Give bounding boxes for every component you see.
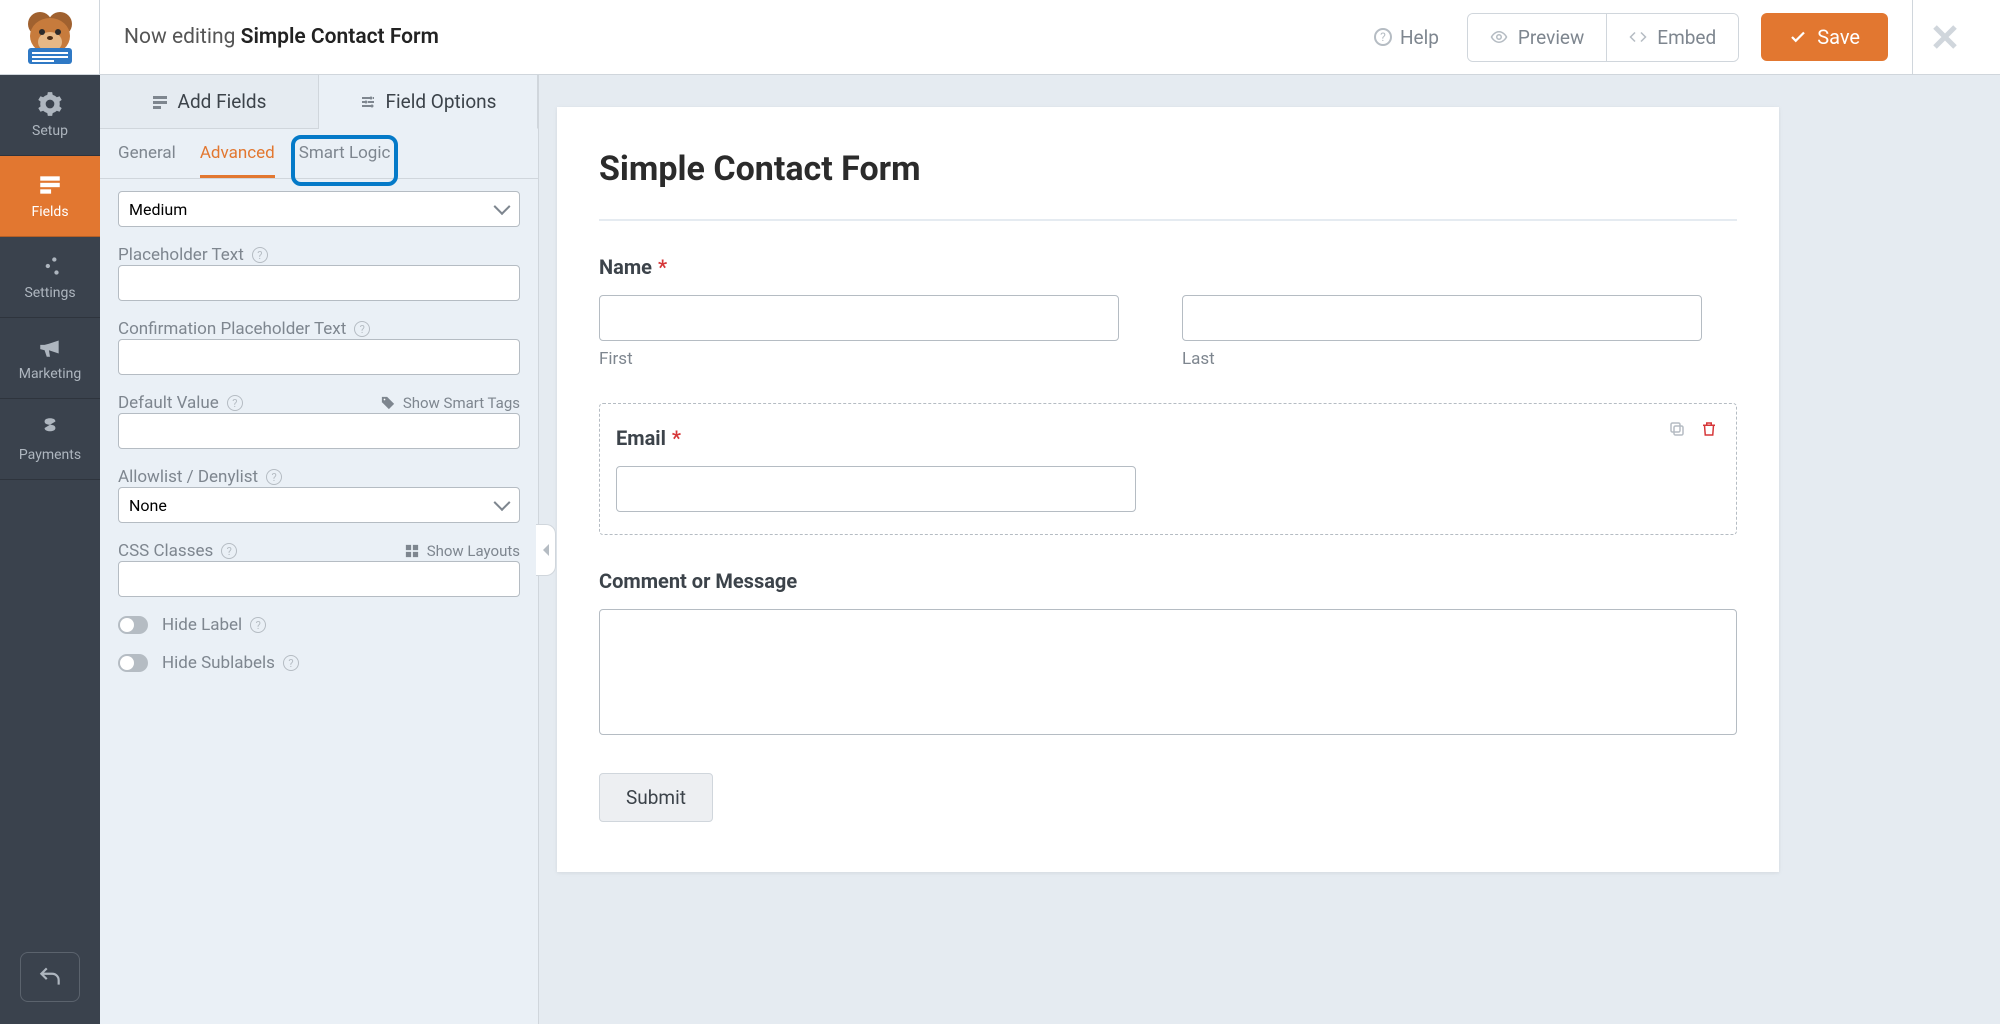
tag-icon <box>381 396 395 410</box>
undo-icon <box>37 964 63 990</box>
allowlist-label: Allowlist / Denylist? <box>118 467 520 487</box>
show-layouts-link[interactable]: Show Layouts <box>405 542 520 560</box>
help-icon[interactable]: ? <box>250 617 266 633</box>
first-name-input[interactable] <box>599 295 1119 341</box>
help-icon[interactable]: ? <box>354 321 370 337</box>
code-icon <box>1629 28 1647 46</box>
duplicate-icon[interactable] <box>1668 420 1686 438</box>
first-name-sublabel: First <box>599 349 1154 369</box>
divider <box>599 219 1737 221</box>
sub-tab-smart-logic[interactable]: Smart Logic <box>299 143 391 178</box>
help-icon: ? <box>1374 28 1392 46</box>
dollar-icon <box>37 415 63 441</box>
close-icon <box>1930 22 1960 52</box>
email-input[interactable] <box>616 466 1136 512</box>
comment-textarea[interactable] <box>599 609 1737 735</box>
allowlist-select[interactable] <box>118 487 520 523</box>
placeholder-text-label: Placeholder Text? <box>118 245 520 265</box>
help-icon[interactable]: ? <box>283 655 299 671</box>
field-size-select[interactable] <box>118 191 520 227</box>
hide-sublabels-toggle[interactable] <box>118 654 148 672</box>
undo-button[interactable] <box>20 952 80 1002</box>
field-name[interactable]: Name* First Last <box>599 255 1737 369</box>
rail-label: Settings <box>24 285 75 301</box>
fields-icon <box>37 172 63 198</box>
rail-marketing[interactable]: Marketing <box>0 318 100 399</box>
editing-title: Now editing Simple Contact Form <box>100 25 439 49</box>
tab-add-fields[interactable]: Add Fields <box>100 75 319 129</box>
last-name-input[interactable] <box>1182 295 1702 341</box>
rail-settings[interactable]: Settings <box>0 237 100 318</box>
sub-tab-general[interactable]: General <box>118 143 176 178</box>
help-icon[interactable]: ? <box>221 543 237 559</box>
form-title: Simple Contact Form <box>599 149 1737 189</box>
chevron-left-icon <box>540 543 552 557</box>
help-link[interactable]: ? Help <box>1356 16 1457 59</box>
rail-fields[interactable]: Fields <box>0 156 100 237</box>
sub-tab-advanced[interactable]: Advanced <box>200 143 275 178</box>
eye-icon <box>1490 28 1508 46</box>
form-preview: Simple Contact Form Name* First Last <box>557 107 1779 872</box>
help-icon[interactable]: ? <box>266 469 282 485</box>
tab-field-options[interactable]: Field Options <box>319 75 538 129</box>
options-icon <box>360 94 376 110</box>
trash-icon[interactable] <box>1700 420 1718 438</box>
hide-label-label: Hide Label? <box>162 615 266 635</box>
help-icon[interactable]: ? <box>227 395 243 411</box>
grid-icon <box>405 544 419 558</box>
default-value-input[interactable] <box>118 413 520 449</box>
default-value-label: Default Value? <box>118 393 243 413</box>
embed-button[interactable]: Embed <box>1606 14 1738 61</box>
rail-setup[interactable]: Setup <box>0 75 100 156</box>
check-icon <box>1789 28 1807 46</box>
confirmation-placeholder-label: Confirmation Placeholder Text? <box>118 319 520 339</box>
rail-label: Setup <box>32 123 68 139</box>
hide-label-toggle[interactable] <box>118 616 148 634</box>
placeholder-text-input[interactable] <box>118 265 520 301</box>
submit-button[interactable]: Submit <box>599 773 713 822</box>
close-button[interactable] <box>1912 0 1976 74</box>
hide-sublabels-label: Hide Sublabels? <box>162 653 299 673</box>
collapse-sidebar-button[interactable] <box>536 524 556 576</box>
save-button[interactable]: Save <box>1761 13 1888 61</box>
app-logo[interactable] <box>0 0 100 74</box>
confirmation-placeholder-input[interactable] <box>118 339 520 375</box>
rail-payments[interactable]: Payments <box>0 399 100 480</box>
rail-label: Marketing <box>19 366 82 382</box>
css-classes-input[interactable] <box>118 561 520 597</box>
field-comment[interactable]: Comment or Message <box>599 569 1737 739</box>
last-name-sublabel: Last <box>1182 349 1737 369</box>
css-classes-label: CSS Classes? <box>118 541 237 561</box>
sliders-icon <box>37 253 63 279</box>
help-icon[interactable]: ? <box>252 247 268 263</box>
rail-label: Payments <box>19 447 81 463</box>
show-smart-tags-link[interactable]: Show Smart Tags <box>381 394 520 412</box>
bullhorn-icon <box>37 334 63 360</box>
field-email-selected[interactable]: Email* <box>599 403 1737 535</box>
list-icon <box>152 94 168 110</box>
rail-label: Fields <box>31 204 68 220</box>
gear-icon <box>37 91 63 117</box>
preview-button[interactable]: Preview <box>1468 14 1606 61</box>
